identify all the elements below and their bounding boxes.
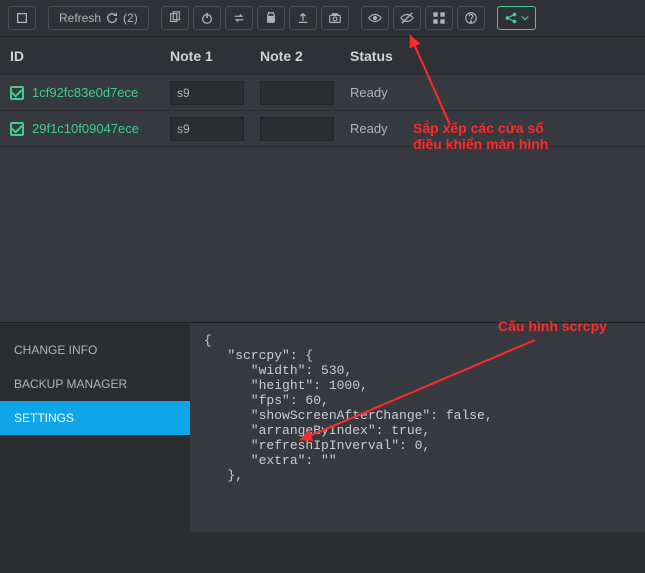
- share-button[interactable]: [497, 6, 536, 30]
- status-cell: Ready: [340, 75, 645, 110]
- refresh-button[interactable]: Refresh (2): [48, 6, 149, 30]
- upload-icon: [296, 11, 310, 25]
- eye-off-button[interactable]: [393, 6, 421, 30]
- android-button[interactable]: [257, 6, 285, 30]
- note1-input[interactable]: [170, 117, 244, 141]
- row-checkbox[interactable]: [10, 122, 24, 136]
- panel-sidebar: CHANGE INFO BACKUP MANAGER SETTINGS: [0, 323, 190, 532]
- stop-button[interactable]: [8, 6, 36, 30]
- android-icon: [264, 11, 278, 25]
- repeat-button[interactable]: [225, 6, 253, 30]
- camera-icon: [328, 11, 342, 25]
- eye-button[interactable]: [361, 6, 389, 30]
- camera-button[interactable]: [321, 6, 349, 30]
- table-empty-area: [0, 147, 645, 322]
- power-button[interactable]: [193, 6, 221, 30]
- chevron-down-icon: [521, 14, 529, 22]
- square-icon: [15, 11, 29, 25]
- copy-button[interactable]: [161, 6, 189, 30]
- bottom-panel: CHANGE INFO BACKUP MANAGER SETTINGS { "s…: [0, 322, 645, 532]
- table-row[interactable]: 1cf92fc83e0d7ece Ready: [0, 75, 645, 111]
- row-checkbox[interactable]: [10, 86, 24, 100]
- toolbar: Refresh (2): [0, 0, 645, 37]
- refresh-icon: [105, 11, 119, 25]
- status-cell: Ready: [340, 111, 645, 146]
- eye-off-icon: [400, 11, 414, 25]
- device-id-link[interactable]: 1cf92fc83e0d7ece: [32, 85, 138, 100]
- col-status: Status: [340, 37, 645, 74]
- table-row[interactable]: 29f1c10f09047ece Ready: [0, 111, 645, 147]
- upload-button[interactable]: [289, 6, 317, 30]
- device-table: ID Note 1 Note 2 Status 1cf92fc83e0d7ece…: [0, 37, 645, 322]
- device-id-link[interactable]: 29f1c10f09047ece: [32, 121, 139, 136]
- copy-icon: [168, 11, 182, 25]
- grid-icon: [432, 11, 446, 25]
- eye-icon: [368, 11, 382, 25]
- note2-input[interactable]: [260, 81, 334, 105]
- sidebar-item-backup-manager[interactable]: BACKUP MANAGER: [0, 367, 190, 401]
- help-icon: [464, 11, 478, 25]
- settings-code[interactable]: { "scrcpy": { "width": 530, "height": 10…: [190, 323, 645, 532]
- sidebar-item-change-info[interactable]: CHANGE INFO: [0, 333, 190, 367]
- share-icon: [504, 11, 518, 25]
- power-icon: [200, 11, 214, 25]
- col-note1: Note 1: [160, 37, 250, 74]
- note1-input[interactable]: [170, 81, 244, 105]
- grid-button[interactable]: [425, 6, 453, 30]
- help-button[interactable]: [457, 6, 485, 30]
- col-id: ID: [0, 37, 160, 74]
- note2-input[interactable]: [260, 117, 334, 141]
- table-header-row: ID Note 1 Note 2 Status: [0, 37, 645, 75]
- repeat-icon: [232, 11, 246, 25]
- col-note2: Note 2: [250, 37, 340, 74]
- sidebar-item-settings[interactable]: SETTINGS: [0, 401, 190, 435]
